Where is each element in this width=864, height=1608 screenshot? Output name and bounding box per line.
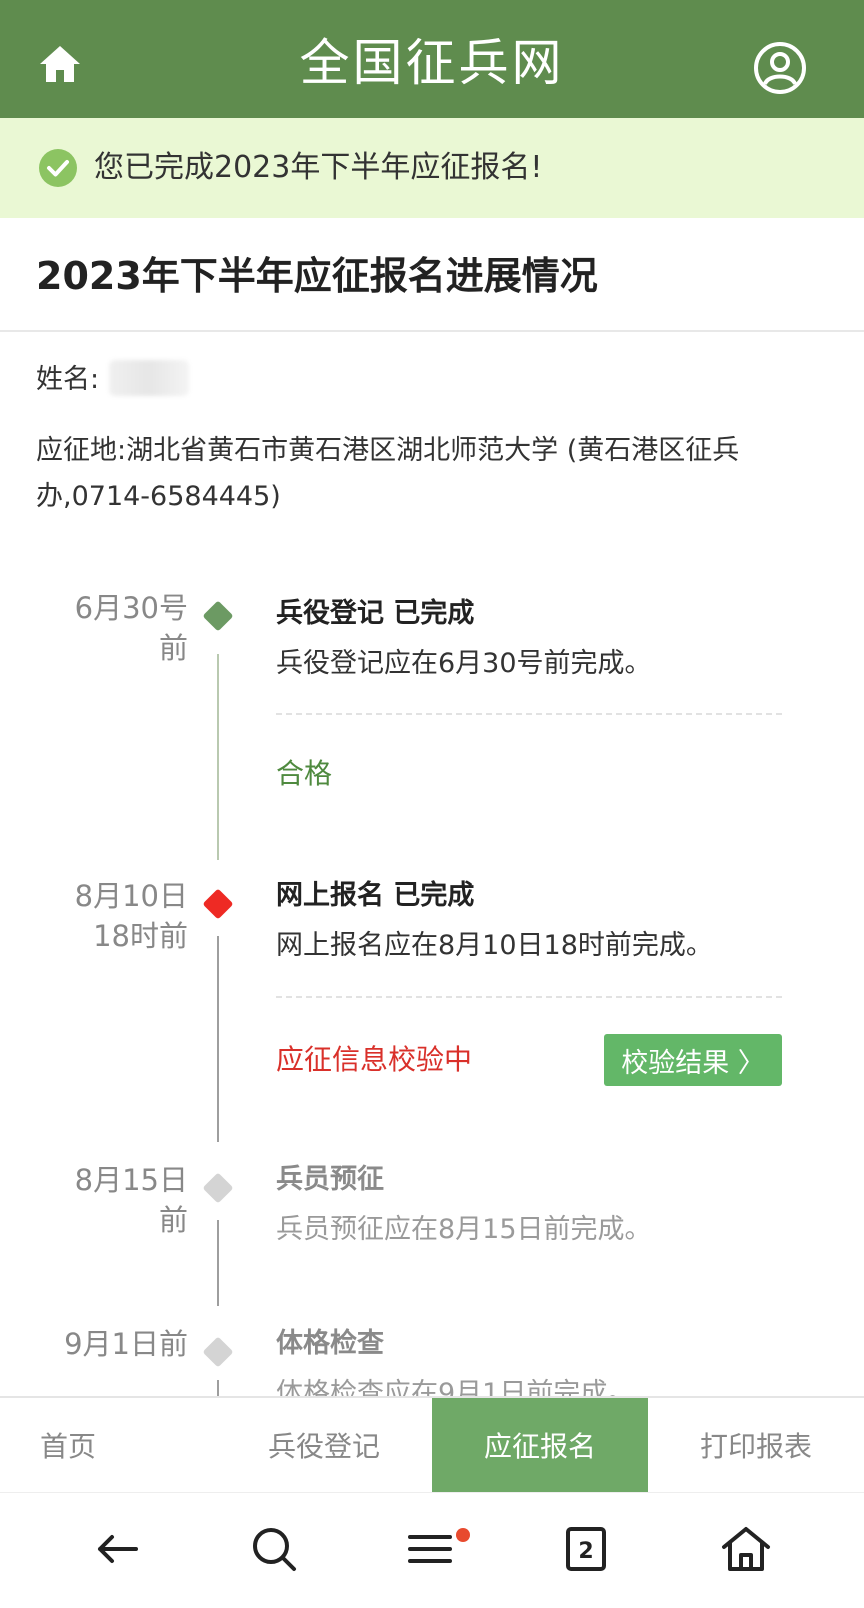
timeline-title-2: 网上报名 已完成 — [276, 880, 475, 911]
timeline-title-1: 兵役登记 已完成 — [276, 598, 475, 629]
timeline-dot-1 — [202, 600, 234, 632]
name-label: 姓名: — [36, 364, 100, 395]
tab-military-registration[interactable]: 兵役登记 — [216, 1398, 432, 1492]
divider — [0, 330, 864, 332]
name-row: 姓名: — [36, 360, 190, 400]
timeline-desc-1: 兵役登记应在6月30号前完成。 — [276, 648, 652, 679]
banner-text: 您已完成2023年下半年应征报名! — [94, 150, 543, 185]
timeline-dot-4 — [202, 1336, 234, 1368]
timeline-line-2 — [217, 936, 219, 1142]
app-header: 全国征兵网 — [0, 0, 864, 118]
timeline-status-1: 合格 — [276, 757, 333, 790]
timeline-line-3 — [217, 1220, 219, 1306]
timeline-date-3: 8月15日 前 — [74, 1163, 188, 1237]
timeline-dot-2 — [202, 888, 234, 920]
place-label: 应征地: — [36, 435, 127, 466]
name-redacted — [109, 360, 190, 396]
tab-count-text: 2 — [578, 1539, 593, 1564]
tabs-count-icon[interactable]: 2 — [558, 1521, 614, 1577]
timeline-date-2: 8月10日 18时前 — [74, 879, 188, 953]
place-row: 应征地:湖北省黄石市黄石港区湖北师范大学 (黄石港区征兵办,0714-65844… — [36, 428, 826, 520]
check-result-button[interactable]: 校验结果 〉 — [604, 1034, 782, 1086]
timeline-date-4: 9月1日前 — [64, 1327, 188, 1361]
timeline-title-3: 兵员预征 — [276, 1164, 384, 1195]
tab-print-report[interactable]: 打印报表 — [648, 1398, 864, 1492]
browser-home-icon[interactable] — [718, 1521, 774, 1577]
success-banner: 您已完成2023年下半年应征报名! — [0, 118, 864, 218]
timeline-separator-2 — [276, 996, 782, 998]
bottom-tab-bar: 首页 兵役登记 应征报名 打印报表 — [0, 1396, 864, 1492]
timeline-title-4: 体格检查 — [276, 1328, 384, 1359]
timeline-date-1: 6月30号 前 — [74, 591, 188, 665]
timeline-desc-2: 网上报名应在8月10日18时前完成。 — [276, 930, 713, 961]
timeline-status-2: 应征信息校验中 — [276, 1043, 473, 1076]
timeline-line-1 — [217, 654, 219, 860]
browser-toolbar: 2 — [0, 1492, 864, 1608]
page-title: 2023年下半年应征报名进展情况 — [36, 254, 598, 298]
search-icon[interactable] — [246, 1521, 302, 1577]
back-arrow-icon[interactable] — [90, 1521, 146, 1577]
notification-dot — [456, 1528, 470, 1542]
site-title: 全国征兵网 — [299, 34, 565, 92]
menu-icon[interactable] — [402, 1521, 458, 1577]
tab-home[interactable]: 首页 — [0, 1398, 216, 1492]
home-icon[interactable] — [36, 40, 84, 88]
timeline-line-4 — [217, 1380, 219, 1396]
timeline-separator-1 — [276, 713, 782, 715]
tab-enlistment-application[interactable]: 应征报名 — [432, 1398, 648, 1492]
timeline-dot-3 — [202, 1172, 234, 1204]
place-value: 湖北省黄石市黄石港区湖北师范大学 (黄石港区征兵办,0714-6584445) — [36, 435, 740, 512]
timeline-desc-3: 兵员预征应在8月15日前完成。 — [276, 1214, 652, 1245]
user-icon[interactable] — [752, 40, 808, 96]
check-circle-icon — [38, 148, 78, 188]
